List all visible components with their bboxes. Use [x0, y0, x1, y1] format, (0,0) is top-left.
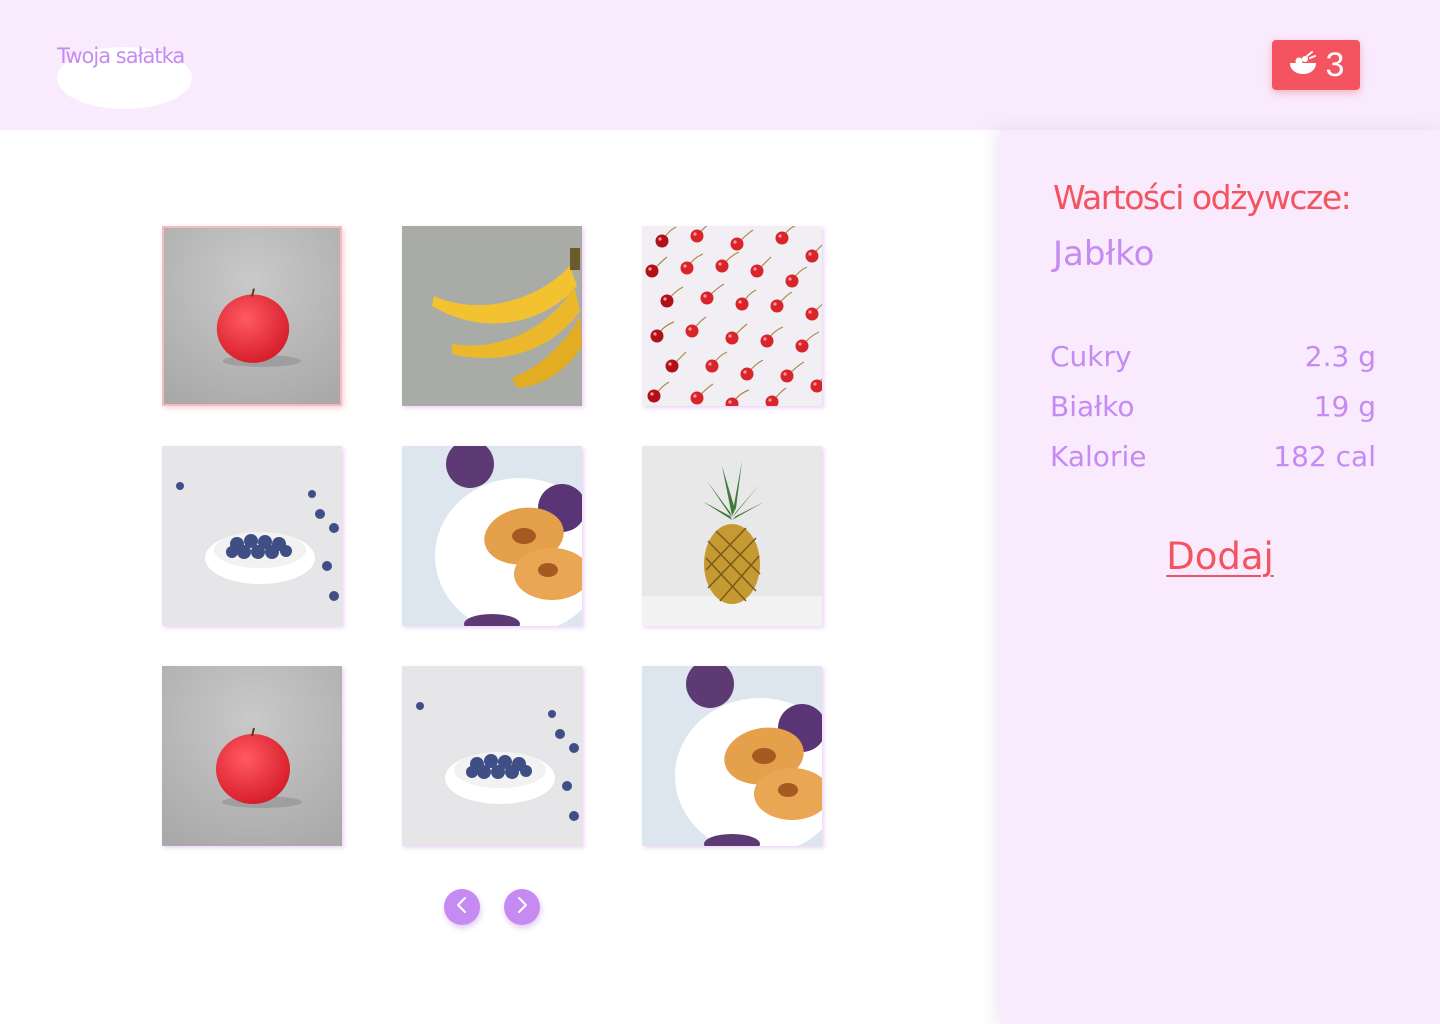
fruit-tile-cherries[interactable] [642, 226, 822, 406]
salad-bowl-icon [1288, 50, 1318, 80]
nutrient-row-calories: Kalorie 182 cal [1050, 436, 1376, 476]
chevron-left-icon [455, 896, 469, 918]
nutrient-value: 2.3 g [1304, 339, 1376, 373]
nutrient-label: Cukry [1050, 339, 1132, 373]
fruit-tile-blueberries[interactable] [402, 666, 582, 846]
nutrition-panel: Wartości odżywcze: Jabłko Cukry 2.3 g Bi… [1000, 130, 1440, 1024]
blueberries-photo [162, 446, 342, 626]
nutrient-row-sugar: Cukry 2.3 g [1050, 336, 1376, 376]
apple-photo [162, 666, 342, 846]
fruit-tile-plums[interactable] [402, 446, 582, 626]
nutrient-label: Kalorie [1050, 439, 1147, 473]
cart-count: 3 [1325, 46, 1345, 84]
plums-photo [402, 446, 582, 626]
banana-photo [402, 226, 582, 406]
fruit-tile-pineapple[interactable] [642, 446, 822, 626]
fruit-tile-blueberries[interactable] [162, 446, 342, 626]
nutrient-value: 182 cal [1273, 439, 1376, 473]
panel-heading: Wartości odżywcze: [1053, 178, 1352, 217]
fruit-tile-banana[interactable] [402, 226, 582, 406]
add-button[interactable]: Dodaj [1000, 535, 1440, 578]
selected-fruit-name: Jabłko [1053, 234, 1155, 274]
fruit-tile-apple[interactable] [162, 226, 342, 406]
blueberries-photo [402, 666, 582, 846]
nutrient-label: Białko [1050, 389, 1135, 423]
header: Twoja sałatka 3 [0, 0, 1440, 130]
chevron-right-icon [515, 896, 529, 918]
cart-button[interactable]: 3 [1272, 40, 1360, 90]
fruit-tile-plums[interactable] [642, 666, 822, 846]
prev-button[interactable] [444, 889, 480, 925]
apple-photo [164, 228, 340, 404]
plums-photo [642, 666, 822, 846]
nutrient-row-protein: Białko 19 g [1050, 386, 1376, 426]
fruit-tile-apple[interactable] [162, 666, 342, 846]
next-button[interactable] [504, 889, 540, 925]
cherries-photo [642, 226, 822, 406]
logo-text[interactable]: Twoja sałatka [57, 44, 185, 68]
pineapple-photo [642, 446, 822, 626]
nutrient-value: 19 g [1313, 389, 1376, 423]
